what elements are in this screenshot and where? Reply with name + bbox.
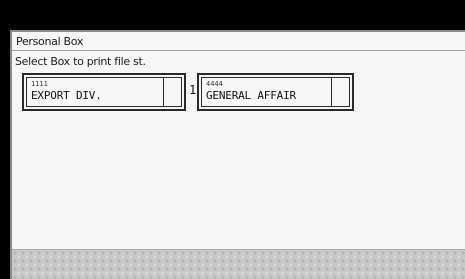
box-number: 4444 bbox=[206, 80, 223, 88]
box-list: 1111 EXPORT DIV. 1 4444 GENERAL AFFAIR bbox=[22, 73, 362, 111]
box-status-cell bbox=[332, 77, 350, 107]
title-bar: Personal Box bbox=[12, 32, 465, 51]
box-button-general-affair[interactable]: 4444 GENERAL AFFAIR bbox=[197, 73, 354, 111]
personal-box-panel: Personal Box Select Box to print file st… bbox=[10, 30, 465, 279]
box-status-cell bbox=[164, 77, 182, 107]
box-button-export-div[interactable]: 1111 EXPORT DIV. bbox=[22, 73, 186, 111]
box-name: EXPORT DIV. bbox=[31, 89, 102, 102]
panel-title: Personal Box bbox=[16, 35, 84, 48]
instruction-text: Select Box to print file st. bbox=[15, 55, 146, 68]
box-name: GENERAL AFFAIR bbox=[206, 89, 296, 102]
box-label-area: 1111 EXPORT DIV. bbox=[26, 77, 164, 107]
box-label-area: 4444 GENERAL AFFAIR bbox=[201, 77, 332, 107]
page-marker: 1 bbox=[189, 83, 197, 97]
bottom-status-bar bbox=[12, 249, 465, 279]
box-number: 1111 bbox=[31, 80, 48, 88]
screen: Personal Box Select Box to print file st… bbox=[0, 0, 465, 279]
